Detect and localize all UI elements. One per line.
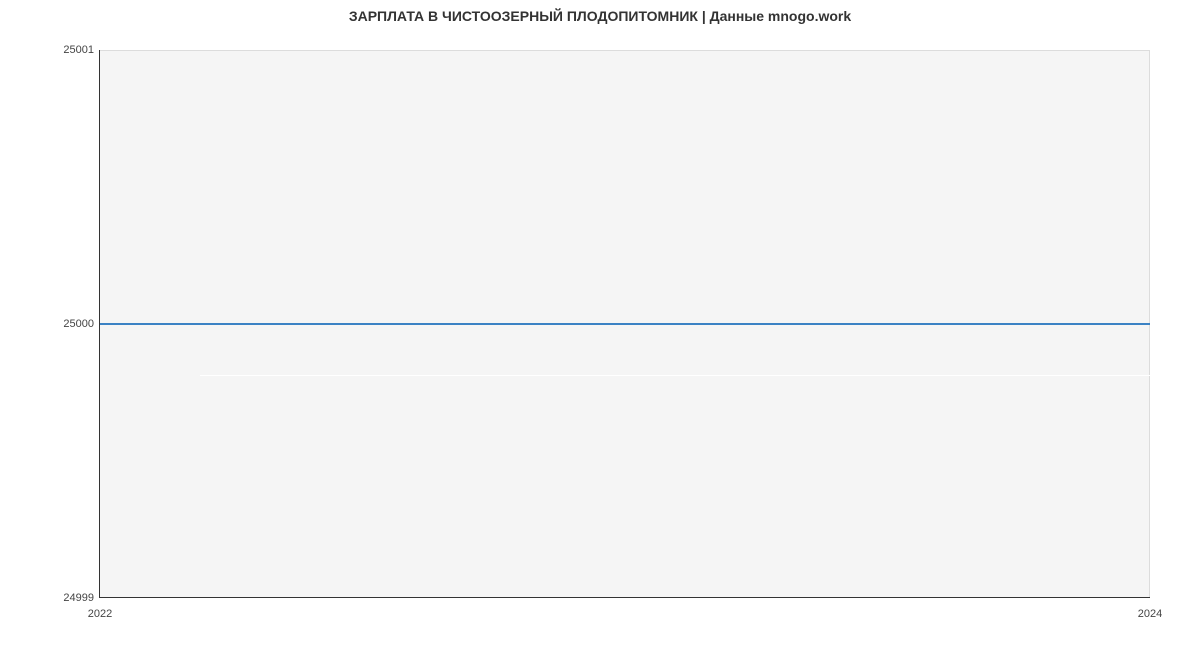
data-line-series-1 xyxy=(100,323,1150,325)
y-axis xyxy=(99,50,100,598)
y-tick-label: 24999 xyxy=(63,592,94,604)
y-tick-label: 25000 xyxy=(63,318,94,330)
y-tick-label: 25001 xyxy=(63,44,94,56)
gridline-y-25000 xyxy=(200,375,1200,376)
x-tick-label: 2022 xyxy=(88,608,112,620)
x-tick-label: 2024 xyxy=(1138,608,1162,620)
chart-title: ЗАРПЛАТА В ЧИСТООЗЕРНЫЙ ПЛОДОПИТОМНИК | … xyxy=(0,8,1200,24)
x-axis xyxy=(100,597,1150,598)
